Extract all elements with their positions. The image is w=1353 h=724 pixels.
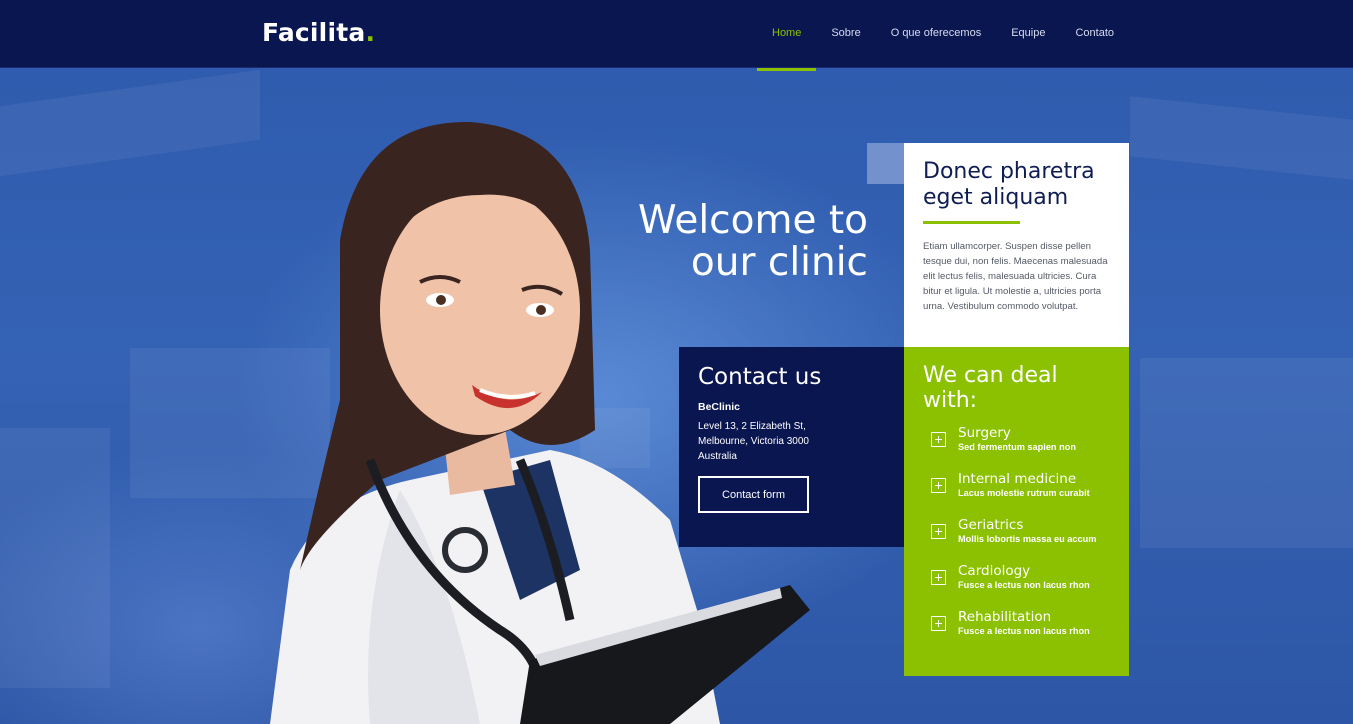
address-line-1: Level 13, 2 Elizabeth St,	[698, 421, 806, 432]
services-title: We can deal with:	[923, 363, 1058, 413]
service-title: Internal medicine	[958, 471, 1077, 487]
nav-item-equipe[interactable]: Equipe	[996, 0, 1060, 68]
nav-item-o-que-oferecemos[interactable]: O que oferecemos	[876, 0, 997, 68]
service-item-surgery[interactable]: Surgery Sed fermentum sapien non	[923, 425, 1110, 471]
service-subtitle: Fusce a lectus non lacus rhon	[958, 626, 1090, 636]
info-card-body: Etiam ullamcorper. Suspen disse pellen t…	[923, 241, 1108, 312]
nav-item-sobre[interactable]: Sobre	[816, 0, 875, 68]
service-title: Rehabilitation	[958, 609, 1052, 625]
plus-square-icon	[931, 616, 946, 631]
service-item-cardiology[interactable]: Cardiology Fusce a lectus non lacus rhon	[923, 563, 1110, 609]
plus-square-icon	[931, 478, 946, 493]
service-subtitle: Lacus molestie rutrum curabit	[958, 488, 1090, 498]
logo-dot: .	[365, 18, 376, 47]
main-nav: Home Sobre O que oferecemos Equipe Conta…	[757, 0, 1129, 71]
contact-title: Contact us	[698, 364, 822, 390]
hero-title-line1: Welcome to	[638, 198, 868, 243]
service-item-geriatrics[interactable]: Geriatrics Mollis lobortis massa eu accu…	[923, 517, 1110, 563]
info-card-divider	[923, 221, 1020, 224]
logo-text: Facilita	[262, 18, 366, 47]
hero-title: Welcome to our clinic	[600, 200, 868, 284]
address-line-3: Australia	[698, 451, 737, 462]
contact-address: Level 13, 2 Elizabeth St, Melbourne, Vic…	[698, 419, 885, 464]
plus-square-icon	[931, 570, 946, 585]
hero-title-line2: our clinic	[690, 240, 868, 285]
service-item-internal-medicine[interactable]: Internal medicine Lacus molestie rutrum …	[923, 471, 1110, 517]
plus-square-icon	[931, 524, 946, 539]
contact-org: BeClinic	[698, 401, 741, 413]
service-title: Geriatrics	[958, 517, 1024, 533]
service-item-rehabilitation[interactable]: Rehabilitation Fusce a lectus non lacus …	[923, 609, 1110, 655]
contact-form-button[interactable]: Contact form	[698, 476, 809, 513]
service-subtitle: Mollis lobortis massa eu accum	[958, 534, 1097, 544]
nav-item-contato[interactable]: Contato	[1060, 0, 1129, 68]
services-card: We can deal with: Surgery Sed fermentum …	[904, 347, 1129, 676]
contact-card: Contact us BeClinic Level 13, 2 Elizabet…	[679, 347, 904, 547]
service-title: Cardiology	[958, 563, 1031, 579]
plus-square-icon	[931, 432, 946, 447]
decorative-square	[867, 143, 904, 184]
info-card: Donec pharetra eget aliquam Etiam ullamc…	[904, 143, 1129, 347]
site-header: Facilita. Home Sobre O que oferecemos Eq…	[0, 0, 1353, 71]
service-subtitle: Sed fermentum sapien non	[958, 442, 1076, 452]
site-logo[interactable]: Facilita.	[262, 18, 375, 47]
nav-item-home[interactable]: Home	[757, 0, 817, 71]
service-subtitle: Fusce a lectus non lacus rhon	[958, 580, 1090, 590]
address-line-2: Melbourne, Victoria 3000	[698, 436, 809, 447]
service-title: Surgery	[958, 425, 1011, 441]
info-card-title: Donec pharetra eget aliquam	[923, 159, 1095, 210]
